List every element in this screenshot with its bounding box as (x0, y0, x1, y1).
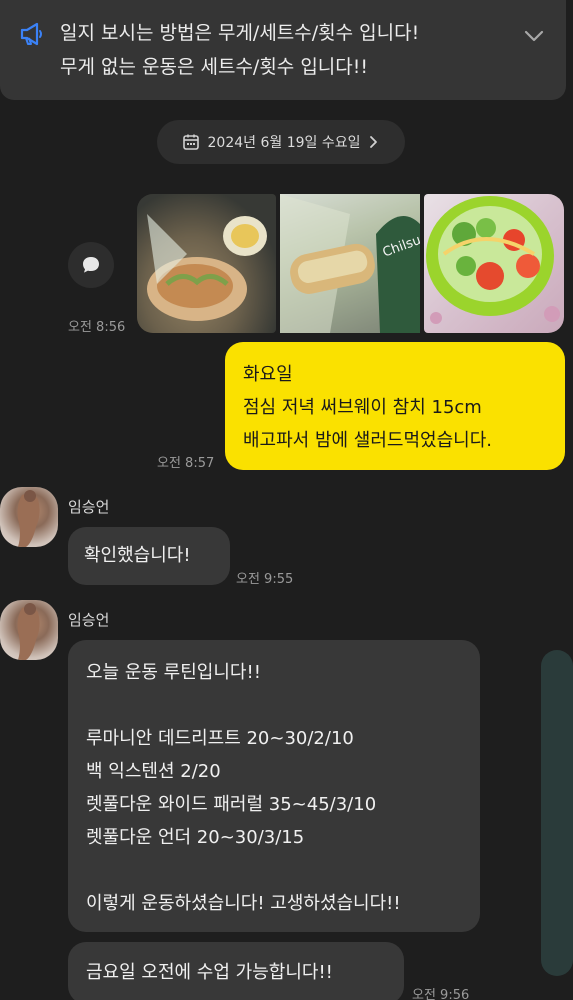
message-line: 렛풀다운 언더 20~30/3/15 (86, 827, 305, 848)
calendar-icon (182, 134, 199, 150)
avatar[interactable] (0, 600, 58, 660)
notice-line-2: 무게 없는 운동은 세트수/횟수 입니다!! (60, 56, 368, 78)
message-line: 루마니안 데드리프트 20~30/2/10 (86, 728, 354, 749)
share-button[interactable] (68, 242, 114, 288)
message-text: 확인했습니다! (84, 545, 191, 566)
received-message-bubble[interactable]: 확인했습니다! (68, 527, 230, 585)
sub-sandwich-image: Chilsu (280, 194, 420, 333)
sender-name: 임승언 (68, 611, 110, 629)
message-line: 이렇게 운동하셨습니다! 고생하셨습니다!! (86, 893, 401, 914)
my-message-time: 오전 8:57 (157, 456, 215, 471)
message-line: 오늘 운동 루틴입니다!! (86, 662, 261, 683)
profile-photo (17, 490, 40, 547)
photo-thumbnail-sandwich-1[interactable] (137, 194, 276, 333)
sender-name: 임승언 (68, 498, 110, 516)
message-line: 배고파서 밤에 샐러드먹었습니다. (243, 430, 493, 451)
photo-thumbnail-salad[interactable] (424, 194, 564, 333)
my-message-bubble[interactable]: 화요일 점심 저녁 써브웨이 참치 15cm 배고파서 밤에 샐러드먹었습니다. (225, 342, 565, 470)
chat-screen: 일지 보시는 방법은 무게/세트수/횟수 입니다! 무게 없는 운동은 세트수/… (0, 0, 573, 1000)
message-line: 점심 저녁 써브웨이 참치 15cm (243, 397, 482, 418)
megaphone-icon (20, 22, 42, 46)
profile-photo (17, 603, 40, 660)
notice-text: 일지 보시는 방법은 무게/세트수/횟수 입니다! 무게 없는 운동은 세트수/… (60, 16, 419, 84)
photo-group: Chilsu (137, 194, 564, 333)
salad-photo-image (426, 196, 560, 324)
message-line (86, 854, 480, 887)
message-line (86, 689, 480, 722)
photo-thumbnail-sandwich-2[interactable]: Chilsu (280, 194, 420, 333)
notice-line-1: 일지 보시는 방법은 무게/세트수/횟수 입니다! (60, 22, 420, 44)
message-line: 백 익스텐션 2/20 (86, 761, 221, 782)
received-message-bubble[interactable]: 오늘 운동 루틴입니다!! 루마니안 데드리프트 20~30/2/10 백 익스… (68, 640, 480, 932)
avatar[interactable] (0, 487, 58, 547)
date-separator[interactable]: 2024년 6월 19일 수요일 (157, 120, 405, 164)
received-message-bubble[interactable]: 금요일 오전에 수업 가능합니다!! (68, 942, 404, 1000)
date-label: 2024년 6월 19일 수요일 (207, 135, 361, 151)
speech-bubble-icon (83, 257, 99, 273)
message-line: 렛풀다운 와이드 패러럴 35~45/3/10 (86, 794, 377, 815)
scrollbar-thumb[interactable] (541, 650, 573, 976)
message-text: 금요일 오전에 수업 가능합니다!! (86, 962, 333, 983)
received-message-time: 오전 9:55 (236, 572, 294, 587)
sandwich-photo-image (137, 194, 276, 333)
chevron-right-icon (370, 136, 378, 148)
message-line: 화요일 (243, 364, 293, 385)
received-message-time: 오전 9:56 (412, 988, 470, 1000)
notice-banner[interactable]: 일지 보시는 방법은 무게/세트수/횟수 입니다! 무게 없는 운동은 세트수/… (0, 0, 566, 100)
chevron-down-icon[interactable] (520, 22, 548, 50)
photo-message-time: 오전 8:56 (68, 320, 126, 335)
